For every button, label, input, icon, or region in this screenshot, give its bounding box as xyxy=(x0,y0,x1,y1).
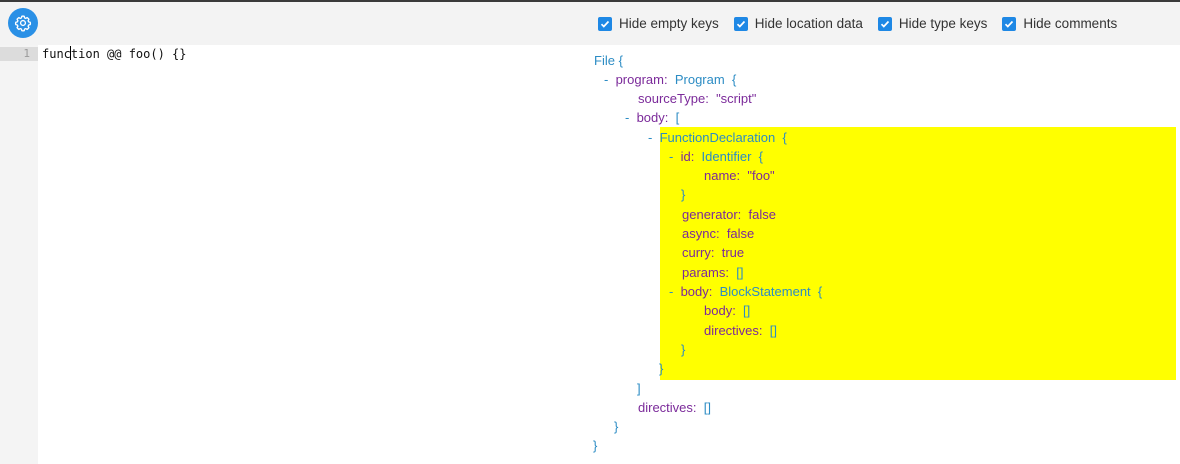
close-brace: } xyxy=(593,438,598,453)
tree-row-sourcetype[interactable]: sourceType: "script" xyxy=(638,89,756,108)
node-type: BlockStatement xyxy=(719,284,811,299)
tree-row-curry[interactable]: curry: true xyxy=(682,243,744,262)
node-type: File xyxy=(594,53,615,68)
tree-row-block-directives[interactable]: directives: [] xyxy=(704,321,777,340)
node-key: sourceType: xyxy=(638,91,709,106)
open-brace: { xyxy=(618,53,623,68)
node-key: program: xyxy=(615,72,668,87)
node-type: Program xyxy=(674,72,725,87)
node-type: FunctionDeclaration xyxy=(659,130,776,145)
tree-row-function-declaration[interactable]: - FunctionDeclaration { xyxy=(648,128,787,147)
hide-location-data-checkbox[interactable] xyxy=(733,16,748,31)
node-value: [] xyxy=(743,303,751,318)
open-brace: { xyxy=(782,130,787,145)
option-hide-empty-keys[interactable]: Hide empty keys xyxy=(598,16,719,31)
node-key: body: xyxy=(636,110,669,125)
tree-row-block-close: } xyxy=(681,340,685,359)
open-brace: { xyxy=(817,284,823,299)
tree-row-block-body[interactable]: body: [] xyxy=(704,301,750,320)
node-key: id: xyxy=(680,149,695,164)
collapse-toggle[interactable]: - xyxy=(625,110,629,125)
node-value: [] xyxy=(703,400,711,415)
node-type: Identifier xyxy=(701,149,752,164)
ast-options-bar: Hide empty keys Hide location data Hide … xyxy=(586,2,1180,45)
line-number: 1 xyxy=(23,47,30,60)
collapse-toggle[interactable]: - xyxy=(604,72,608,87)
ast-explorer-panel: Hide empty keys Hide location data Hide … xyxy=(586,2,1180,464)
tree-row-body-close: ] xyxy=(637,379,641,398)
close-brace: } xyxy=(659,361,664,376)
node-value: [] xyxy=(769,323,777,338)
gear-icon xyxy=(14,15,32,32)
close-brace: } xyxy=(681,187,686,202)
checkmark-icon xyxy=(600,20,610,28)
line-gutter: 1 xyxy=(0,45,38,464)
checkmark-icon xyxy=(736,20,745,28)
code-editor[interactable]: 1 function @@ foo() {} xyxy=(0,2,586,464)
hide-comments-checkbox[interactable] xyxy=(1002,16,1017,31)
hide-location-data-label: Hide location data xyxy=(754,16,863,31)
node-value: true xyxy=(721,245,745,260)
node-value: "foo" xyxy=(747,168,775,183)
hide-type-keys-checkbox[interactable] xyxy=(877,16,892,31)
option-hide-comments[interactable]: Hide comments xyxy=(1002,16,1117,31)
node-value: false xyxy=(726,226,755,241)
node-key: body: xyxy=(704,303,736,318)
tree-row-directives[interactable]: directives: [] xyxy=(638,398,711,417)
tree-row-file-close: } xyxy=(593,436,597,455)
open-brace: { xyxy=(758,149,763,164)
node-value: false xyxy=(748,207,776,222)
hide-type-keys-label: Hide type keys xyxy=(898,16,988,31)
checkmark-icon xyxy=(1005,20,1014,28)
option-hide-location-data[interactable]: Hide location data xyxy=(733,16,863,31)
hide-empty-keys-label: Hide empty keys xyxy=(619,16,719,31)
option-hide-type-keys[interactable]: Hide type keys xyxy=(877,16,988,31)
node-key: async: xyxy=(682,226,720,241)
code-line[interactable]: function @@ foo() {} xyxy=(42,46,187,62)
code-input-area[interactable]: function @@ foo() {} xyxy=(38,45,586,464)
tree-row-inner-body[interactable]: - body: BlockStatement { xyxy=(669,282,822,301)
close-bracket: ] xyxy=(637,381,641,396)
node-value: "script" xyxy=(716,91,757,106)
tree-row-name[interactable]: name: "foo" xyxy=(704,166,775,185)
tree-row-params[interactable]: params: [] xyxy=(682,263,743,282)
node-key: params: xyxy=(682,265,729,280)
node-key: curry: xyxy=(682,245,715,260)
close-brace: } xyxy=(614,419,619,434)
tree-row-id[interactable]: - id: Identifier { xyxy=(669,147,763,166)
code-text-after-cursor: tion @@ foo() {} xyxy=(70,47,187,61)
node-key: generator: xyxy=(682,207,742,222)
hide-comments-label: Hide comments xyxy=(1023,16,1118,31)
open-brace: { xyxy=(731,72,737,87)
collapse-toggle[interactable]: - xyxy=(669,284,673,299)
tree-row-program-close: } xyxy=(614,417,618,436)
node-value: [] xyxy=(736,265,744,280)
open-bracket: [ xyxy=(675,110,680,125)
settings-button[interactable] xyxy=(8,8,38,38)
tree-row-body[interactable]: - body: [ xyxy=(625,108,679,127)
collapse-toggle[interactable]: - xyxy=(648,130,652,145)
tree-row-id-close: } xyxy=(681,185,685,204)
editor-toolbar xyxy=(0,2,586,45)
code-text-before-cursor: func xyxy=(42,47,71,61)
hide-empty-keys-checkbox[interactable] xyxy=(598,16,612,31)
node-key: body: xyxy=(680,284,713,299)
node-key: directives: xyxy=(704,323,763,338)
close-brace: } xyxy=(681,342,686,357)
ast-tree: File { - program: Program { sourceType: … xyxy=(586,45,1180,464)
node-key: name: xyxy=(704,168,741,183)
collapse-toggle[interactable]: - xyxy=(669,149,673,164)
tree-row-generator[interactable]: generator: false xyxy=(682,205,776,224)
tree-row-async[interactable]: async: false xyxy=(682,224,754,243)
tree-row-function-close: } xyxy=(659,359,663,378)
node-key: directives: xyxy=(638,400,697,415)
checkmark-icon xyxy=(880,20,889,28)
tree-row-program[interactable]: - program: Program { xyxy=(604,70,736,89)
tree-row-file[interactable]: File { xyxy=(594,51,623,70)
